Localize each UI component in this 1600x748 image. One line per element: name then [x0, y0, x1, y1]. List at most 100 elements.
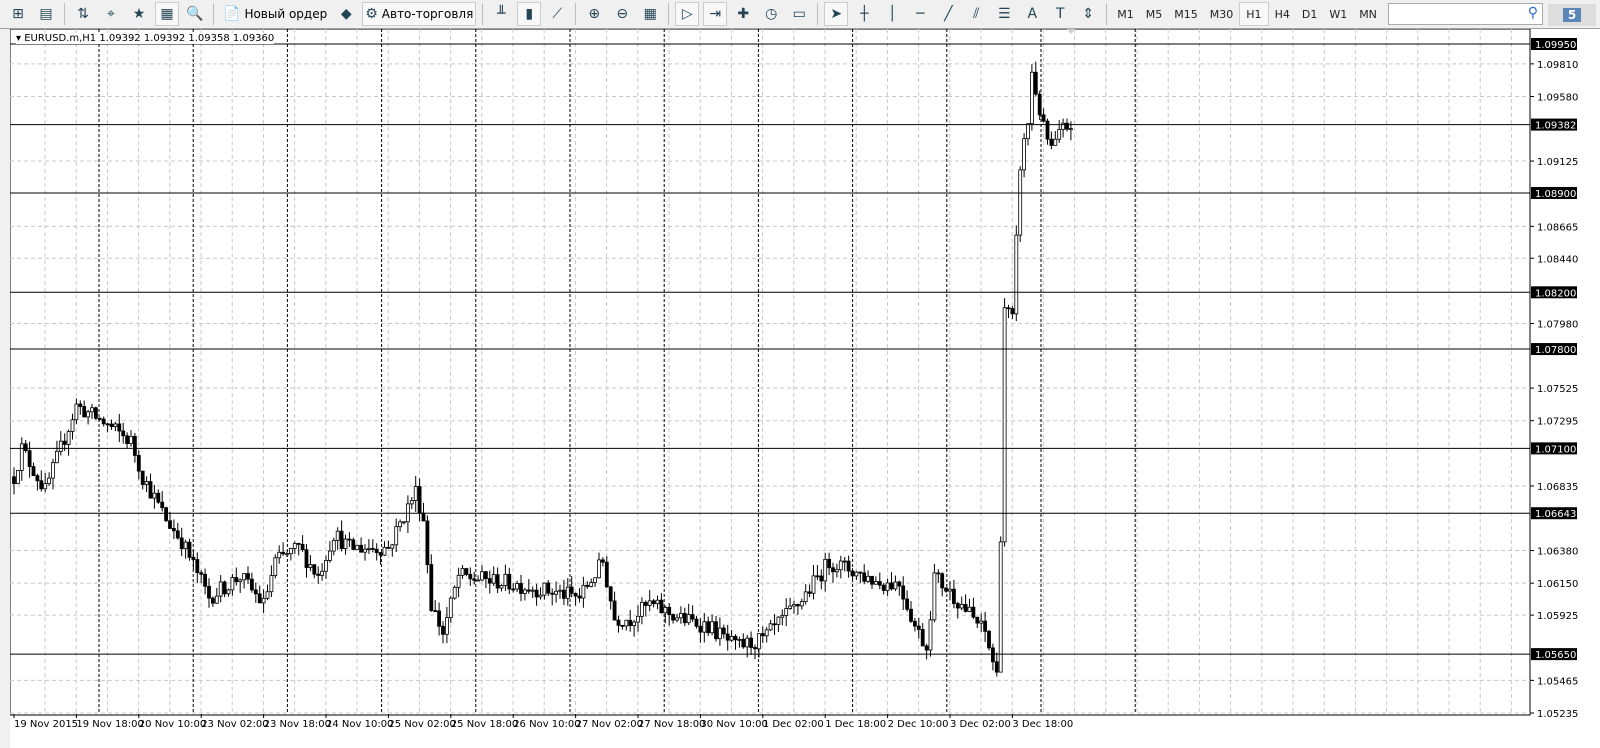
- time-label: 23 Nov 02:00: [201, 719, 268, 730]
- zoom-out-button[interactable]: ⊖: [610, 2, 634, 26]
- candle-body: [702, 621, 707, 633]
- toolbar-separator: [1106, 3, 1108, 25]
- candle-body: [967, 606, 972, 612]
- market-watch-button[interactable]: ⇅: [71, 2, 95, 26]
- auto-scroll-button[interactable]: ▷: [675, 2, 700, 26]
- candle-body: [647, 600, 652, 606]
- timeframe-d1[interactable]: D1: [1296, 2, 1323, 26]
- vertical-line-icon: │: [888, 6, 897, 22]
- horizontal-line-button[interactable]: ─: [908, 2, 932, 26]
- new-chart-button[interactable]: ⊞: [6, 2, 30, 26]
- candle-body: [745, 637, 750, 648]
- candle-body: [955, 603, 960, 609]
- candle-body: [269, 575, 274, 593]
- timeframe-m15[interactable]: M15: [1168, 2, 1204, 26]
- navigator-button[interactable]: ▦: [155, 2, 179, 26]
- strategy-tester-button[interactable]: 🔍: [183, 2, 207, 26]
- zoom-in-button[interactable]: ⊕: [582, 2, 606, 26]
- tile-windows-button[interactable]: ▦: [638, 2, 662, 26]
- candlestick-button[interactable]: ▮: [517, 2, 542, 26]
- messages-button[interactable]: 5: [1548, 4, 1596, 26]
- candle-body: [932, 572, 937, 621]
- line-chart-icon: ⟋: [552, 6, 563, 22]
- time-label: 27 Nov 02:00: [576, 719, 643, 730]
- timeframe-h1[interactable]: H1: [1239, 2, 1269, 26]
- favorites-icon: ★: [132, 6, 146, 22]
- candle-body: [351, 539, 356, 550]
- trendline-button[interactable]: ╱: [936, 2, 960, 26]
- candle-body: [437, 610, 442, 627]
- timeframe-h4[interactable]: H4: [1269, 2, 1296, 26]
- candle-body: [546, 582, 551, 594]
- text-button[interactable]: A: [1020, 2, 1044, 26]
- candle-body: [363, 548, 367, 553]
- candle-body: [129, 435, 133, 444]
- candle-body: [234, 577, 239, 583]
- text-icon: A: [1027, 6, 1038, 22]
- text-label-button[interactable]: T: [1048, 2, 1072, 26]
- fibonacci-button[interactable]: ☰: [992, 2, 1016, 26]
- arrows-icon: ⇕: [1082, 6, 1095, 22]
- candle-body: [842, 560, 847, 563]
- crosshair-tool-button[interactable]: ┼: [852, 2, 876, 26]
- fibonacci-icon: ☰: [998, 6, 1011, 22]
- price-tick-label: 1.05925: [1537, 611, 1578, 622]
- candle-body: [472, 578, 477, 581]
- candle-body: [324, 560, 328, 572]
- candle-body: [776, 616, 781, 625]
- timeframe-w1[interactable]: W1: [1323, 2, 1353, 26]
- meta-editor-icon: ◆: [340, 6, 352, 22]
- candle-body: [733, 635, 738, 641]
- meta-editor-button[interactable]: ◆: [334, 2, 358, 26]
- candle-body: [542, 582, 547, 596]
- timeframe-m1[interactable]: M1: [1111, 2, 1140, 26]
- indicators-button[interactable]: ✚: [731, 2, 755, 26]
- candle-body: [160, 501, 165, 509]
- toolbar-separator: [575, 3, 577, 25]
- new-chart-icon: ⊞: [12, 6, 24, 22]
- toolbar-separator: [213, 3, 214, 25]
- profiles-button[interactable]: ▤: [34, 2, 58, 26]
- toolbar-separator: [668, 3, 670, 25]
- navigator-icon: ▦: [160, 6, 174, 22]
- timeframe-m5[interactable]: M5: [1140, 2, 1169, 26]
- candle-body: [16, 470, 20, 485]
- timeframe-m30[interactable]: M30: [1204, 2, 1240, 26]
- search-input[interactable]: ⚲: [1388, 3, 1543, 25]
- periods-button[interactable]: ◷: [759, 2, 783, 26]
- autotrading-button[interactable]: ⚙ Авто-торговля: [362, 2, 477, 26]
- templates-button[interactable]: ▭: [787, 2, 811, 26]
- candle-body: [242, 573, 247, 581]
- candle-body: [815, 575, 820, 578]
- search-icon[interactable]: ⚲: [1528, 5, 1538, 21]
- candle-body: [604, 561, 609, 588]
- candle-body: [335, 530, 340, 541]
- crosshair-button[interactable]: ⌖: [99, 2, 123, 26]
- bar-chart-icon: ╨: [497, 6, 506, 22]
- candle-body: [577, 595, 582, 599]
- favorites-button[interactable]: ★: [127, 2, 151, 26]
- candle-body: [659, 599, 664, 614]
- equidistant-channel-button[interactable]: ⫽: [964, 2, 988, 26]
- vertical-line-button[interactable]: │: [880, 2, 904, 26]
- candle-body: [164, 507, 169, 522]
- bar-chart-button[interactable]: ╨: [489, 2, 513, 26]
- candle-body: [811, 575, 816, 594]
- arrows-button[interactable]: ⇕: [1076, 2, 1100, 26]
- candle-body: [671, 614, 675, 621]
- candle-body: [838, 560, 843, 571]
- candle-body: [870, 575, 874, 585]
- chart-shift-button[interactable]: ⇥: [703, 2, 728, 26]
- new-order-button[interactable]: 📄 Новый ордер: [220, 2, 330, 26]
- candlestick-icon: ▮: [525, 6, 534, 22]
- timeframe-mn[interactable]: MN: [1353, 2, 1383, 26]
- candle-body: [643, 601, 648, 606]
- price-chart[interactable]: 1.09810 1.09580 1.09125 1.08665 1.08440 1.079…: [10, 29, 1600, 748]
- candle-body: [390, 544, 395, 549]
- line-chart-button[interactable]: ⟋: [545, 2, 569, 26]
- candle-body: [1033, 71, 1038, 95]
- time-label: 3 Dec 02:00: [950, 719, 1011, 730]
- cursor-button[interactable]: ➤: [824, 2, 849, 26]
- chart-window[interactable]: 1.09810 1.09580 1.09125 1.08665 1.08440 1.079…: [0, 29, 1600, 748]
- candle-body: [624, 619, 629, 627]
